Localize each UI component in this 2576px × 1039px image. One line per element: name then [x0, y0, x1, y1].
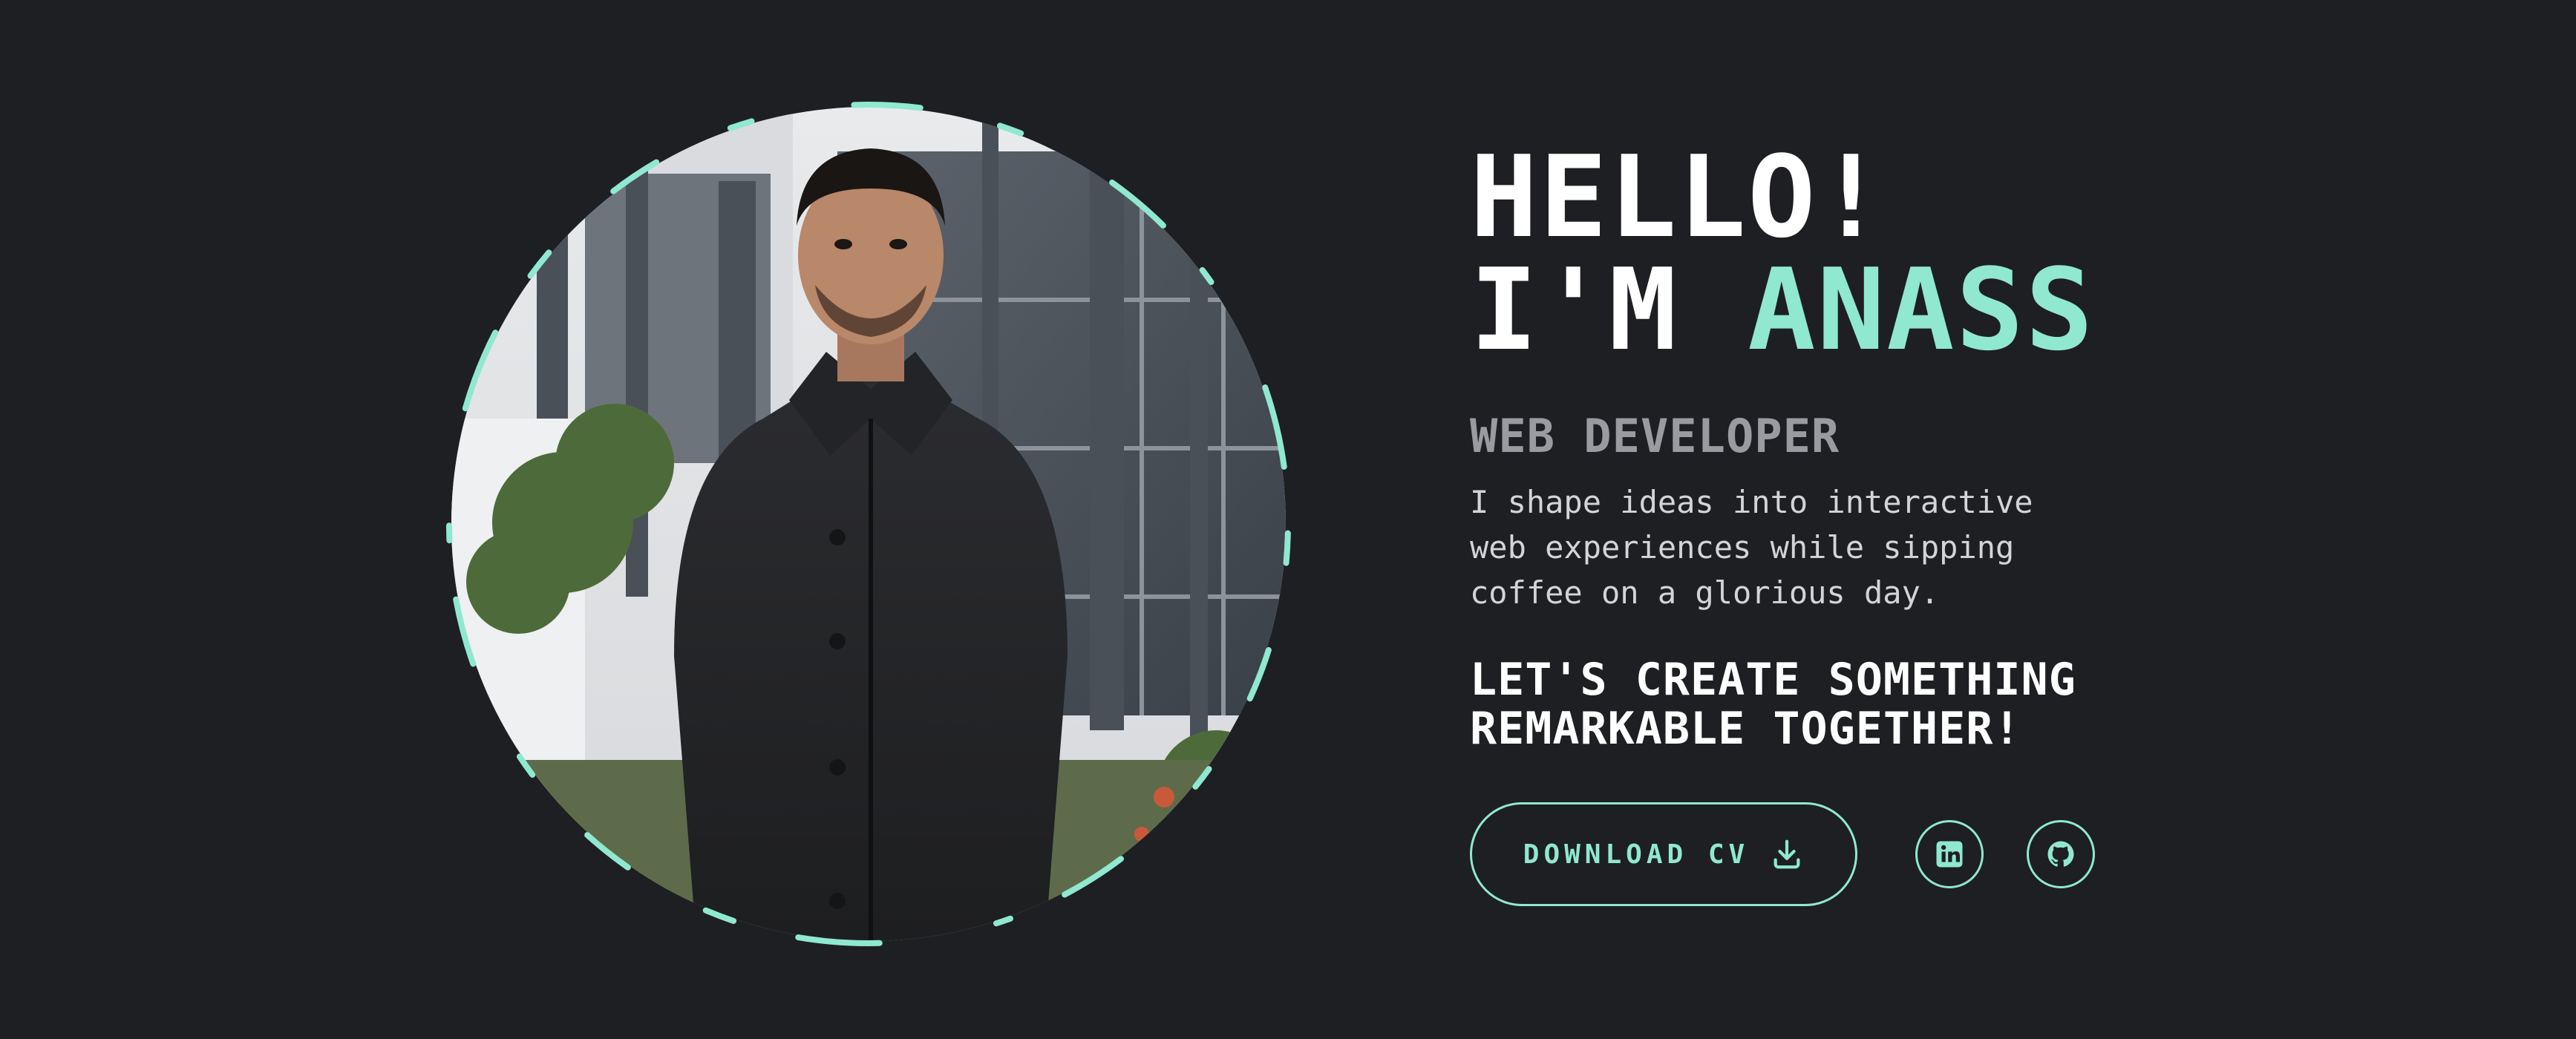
cta-line-2: REMARKABLE TOGETHER!: [1470, 703, 2021, 755]
profile-portrait: [445, 101, 1292, 947]
hero-content: HELLO! I'M ANASS WEB DEVELOPER I shape i…: [1470, 141, 2272, 906]
download-icon: [1774, 839, 1800, 869]
linkedin-link[interactable]: [1915, 820, 1984, 888]
intro-line: I'M ANASS: [1470, 254, 2272, 367]
hero-headline: HELLO! I'M ANASS: [1470, 141, 2272, 367]
github-link[interactable]: [2027, 820, 2095, 888]
github-icon: [2047, 841, 2074, 867]
name-highlight: ANASS: [1748, 244, 2095, 376]
download-cv-label: DOWNLOAD CV: [1523, 839, 1750, 870]
dashed-accent-ring: [445, 101, 1292, 947]
greeting: HELLO!: [1470, 131, 1887, 263]
cta-text: LET'S CREATE SOMETHING REMARKABLE TOGETH…: [1470, 655, 2272, 753]
cta-line-1: LET'S CREATE SOMETHING: [1470, 654, 2076, 706]
intro-prefix: I'M: [1470, 244, 1678, 376]
action-row: DOWNLOAD CV: [1470, 802, 2272, 906]
hero-section: HELLO! I'M ANASS WEB DEVELOPER I shape i…: [0, 0, 2576, 1039]
bio-description: I shape ideas into interactive web exper…: [1470, 484, 2033, 611]
download-cv-button[interactable]: DOWNLOAD CV: [1470, 802, 1857, 906]
linkedin-icon: [1936, 841, 1963, 868]
job-title: WEB DEVELOPER: [1470, 409, 1840, 463]
